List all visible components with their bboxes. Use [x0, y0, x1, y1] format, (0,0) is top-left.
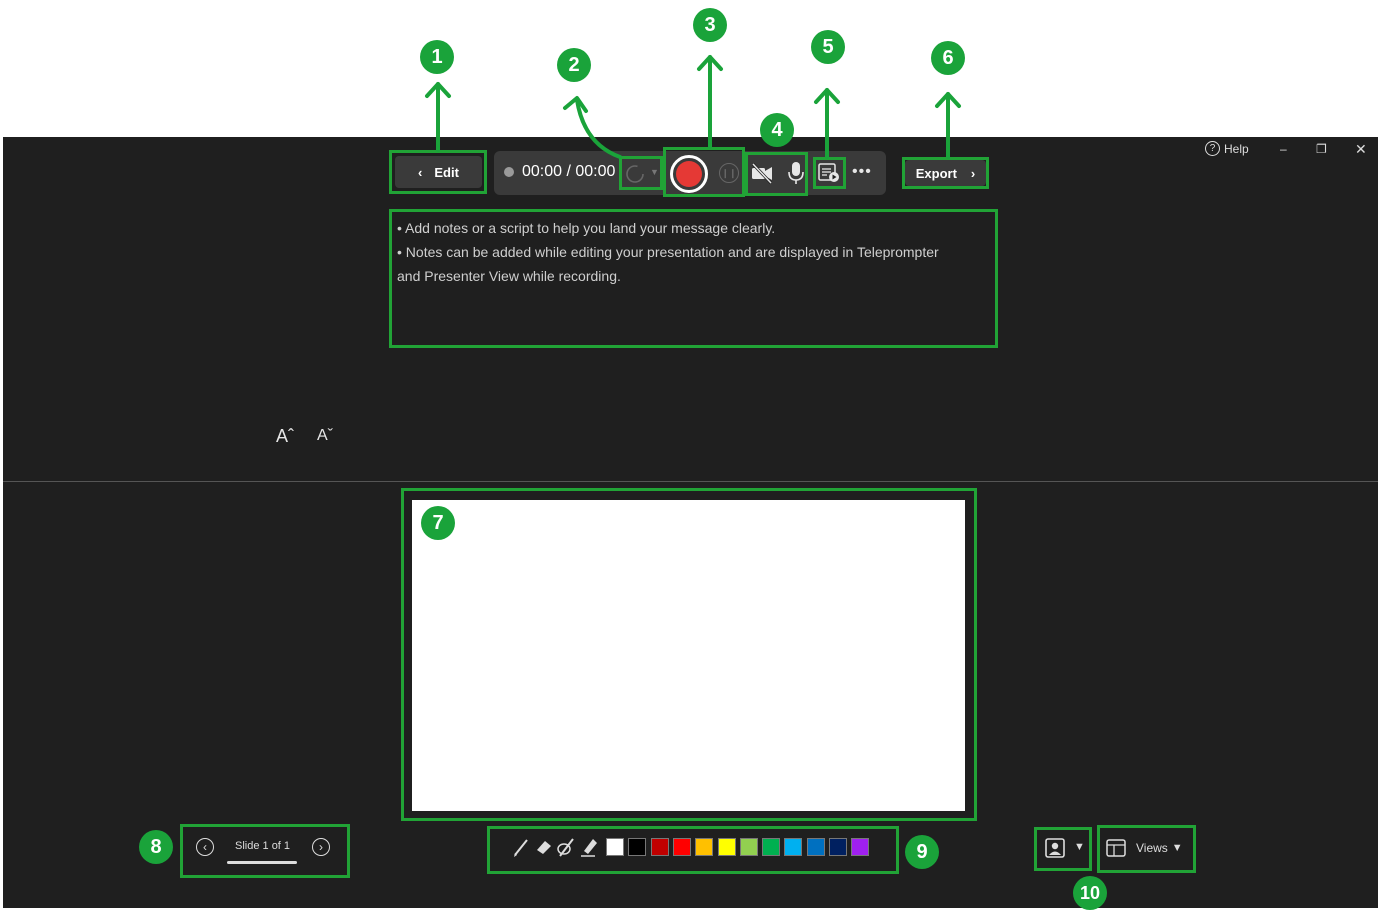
more-options-button[interactable]: ••• — [852, 163, 872, 181]
annotation-arrows — [425, 55, 961, 159]
annotation-box-export — [902, 157, 989, 189]
annotation-badge: 3 — [693, 8, 727, 42]
pen-color-swatch[interactable] — [695, 838, 714, 856]
pen-color-swatch[interactable] — [806, 838, 825, 856]
annotation-badge: 10 — [1073, 876, 1107, 910]
annotation-box-camera-mode — [1034, 827, 1092, 871]
recording-timer: 00:00 / 00:00 — [504, 163, 615, 181]
increase-font-button[interactable]: Aˆ — [276, 426, 294, 447]
annotation-badge: 5 — [811, 30, 845, 64]
pen-color-swatch[interactable] — [628, 838, 647, 856]
pen-color-swatch[interactable] — [606, 838, 624, 856]
annotation-box-slide — [401, 488, 977, 821]
annotation-badge: 4 — [760, 113, 794, 147]
pen-color-swatch[interactable] — [650, 838, 669, 856]
pen-color-swatch[interactable] — [717, 838, 736, 856]
annotation-badge: 1 — [420, 40, 454, 74]
annotation-box-notes — [389, 209, 998, 348]
annotation-badge: 2 — [557, 48, 591, 82]
annotation-box-views — [1097, 825, 1196, 873]
status-dot-icon — [504, 167, 514, 177]
pen-color-swatch[interactable] — [672, 838, 691, 856]
annotation-box-retake — [619, 156, 663, 190]
pen-color-swatch[interactable] — [784, 838, 803, 856]
timer-text: 00:00 / 00:00 — [522, 163, 616, 180]
pen-color-swatch[interactable] — [829, 838, 847, 856]
pen-color-swatch[interactable] — [762, 838, 781, 856]
annotation-badge: 9 — [905, 835, 939, 869]
pen-color-swatch[interactable] — [739, 838, 758, 856]
annotation-badge: 8 — [139, 830, 173, 864]
pen-color-swatch[interactable] — [851, 838, 870, 856]
annotation-box-teleprompter — [813, 157, 846, 189]
decrease-font-button[interactable]: Aˇ — [317, 427, 333, 445]
annotation-badge: 6 — [931, 41, 965, 75]
annotation-badge: 7 — [421, 506, 455, 540]
pane-divider[interactable] — [3, 481, 1378, 482]
annotation-box-slide-nav — [180, 824, 350, 878]
more-icon: ••• — [852, 163, 872, 180]
